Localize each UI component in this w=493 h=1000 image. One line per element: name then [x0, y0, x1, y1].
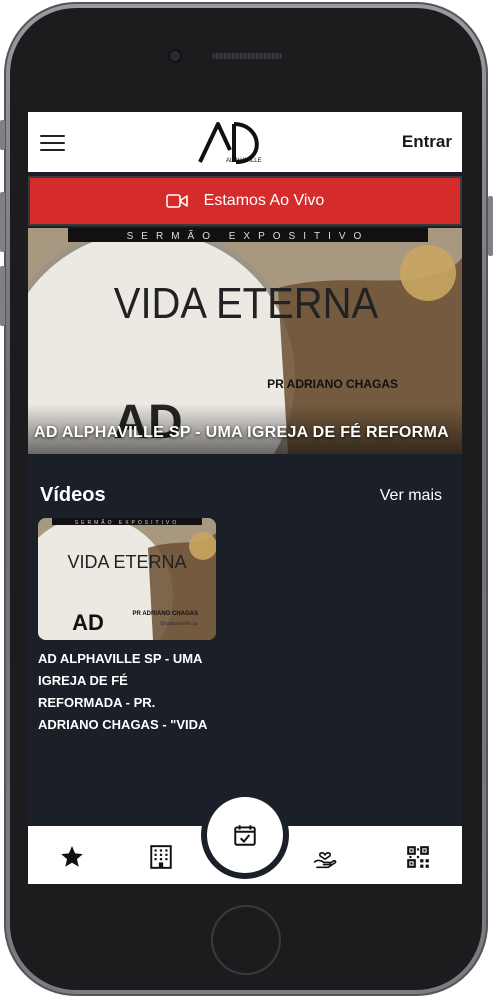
- video-title[interactable]: AD ALPHAVILLE SP - UMA IGREJA DE FÉ REFO…: [38, 648, 214, 736]
- videos-section-title: Vídeos: [40, 484, 106, 506]
- see-more-link[interactable]: Ver mais: [380, 487, 442, 505]
- star-icon[interactable]: [59, 844, 85, 870]
- hero-image-title: VIDA ETERNA: [114, 278, 378, 327]
- top-bar: ALPHAVILLE Entrar: [28, 112, 462, 172]
- video-thumbnail[interactable]: SERMÃO EXPOSITIVO VIDA ETERNA PR ADRIANO…: [38, 518, 216, 640]
- thumb-handle-text: @adalphaville.sp: [160, 621, 198, 627]
- building-icon[interactable]: [148, 844, 174, 870]
- featured-video-hero[interactable]: SERMÃO EXPOSITIVO VIDA ETERNA PR ADRIANO…: [28, 228, 462, 454]
- home-button[interactable]: [213, 907, 279, 973]
- earpiece-speaker: [212, 53, 282, 59]
- hero-image: SERMÃO EXPOSITIVO VIDA ETERNA PR ADRIANO…: [28, 228, 462, 454]
- video-card[interactable]: SERMÃO EXPOSITIVO VIDA ETERNA PR ADRIANO…: [38, 518, 216, 736]
- thumb-logo-text: AD: [72, 610, 104, 635]
- hand-heart-icon[interactable]: [312, 844, 338, 870]
- volume-up-button: [0, 192, 5, 252]
- app-screen: ALPHAVILLE Entrar Estamos Ao Vivo SERMÃO…: [28, 112, 462, 884]
- live-banner[interactable]: Estamos Ao Vivo: [28, 176, 462, 226]
- video-camera-icon: [165, 194, 188, 208]
- ad-alphaville-logo[interactable]: ALPHAVILLE: [196, 118, 272, 166]
- thumb-title-text: VIDA ETERNA: [67, 552, 186, 572]
- volume-down-button: [0, 266, 5, 326]
- mute-switch: [0, 120, 5, 150]
- live-label: Estamos Ao Vivo: [203, 192, 325, 209]
- qr-code-icon[interactable]: [405, 844, 431, 870]
- thumb-banner-text: SERMÃO EXPOSITIVO: [75, 519, 179, 526]
- videos-section-header: Vídeos Ver mais: [40, 484, 442, 507]
- thumb-preacher-text: PR ADRIANO CHAGAS: [133, 611, 198, 617]
- hero-banner-text: SERMÃO EXPOSITIVO: [127, 229, 370, 242]
- login-button[interactable]: Entrar: [402, 132, 452, 152]
- calendar-fab-button[interactable]: [207, 797, 283, 873]
- hamburger-menu-icon[interactable]: [40, 135, 65, 151]
- front-camera: [170, 51, 180, 61]
- hero-title: AD ALPHAVILLE SP - UMA IGREJA DE FÉ REFO…: [34, 424, 449, 441]
- logo-subtext: ALPHAVILLE: [226, 158, 262, 164]
- hero-preacher-text: PR ADRIANO CHAGAS: [267, 377, 398, 391]
- video-thumbnail-image: SERMÃO EXPOSITIVO VIDA ETERNA PR ADRIANO…: [38, 518, 216, 640]
- power-button: [488, 196, 493, 256]
- calendar-check-icon: [234, 825, 256, 846]
